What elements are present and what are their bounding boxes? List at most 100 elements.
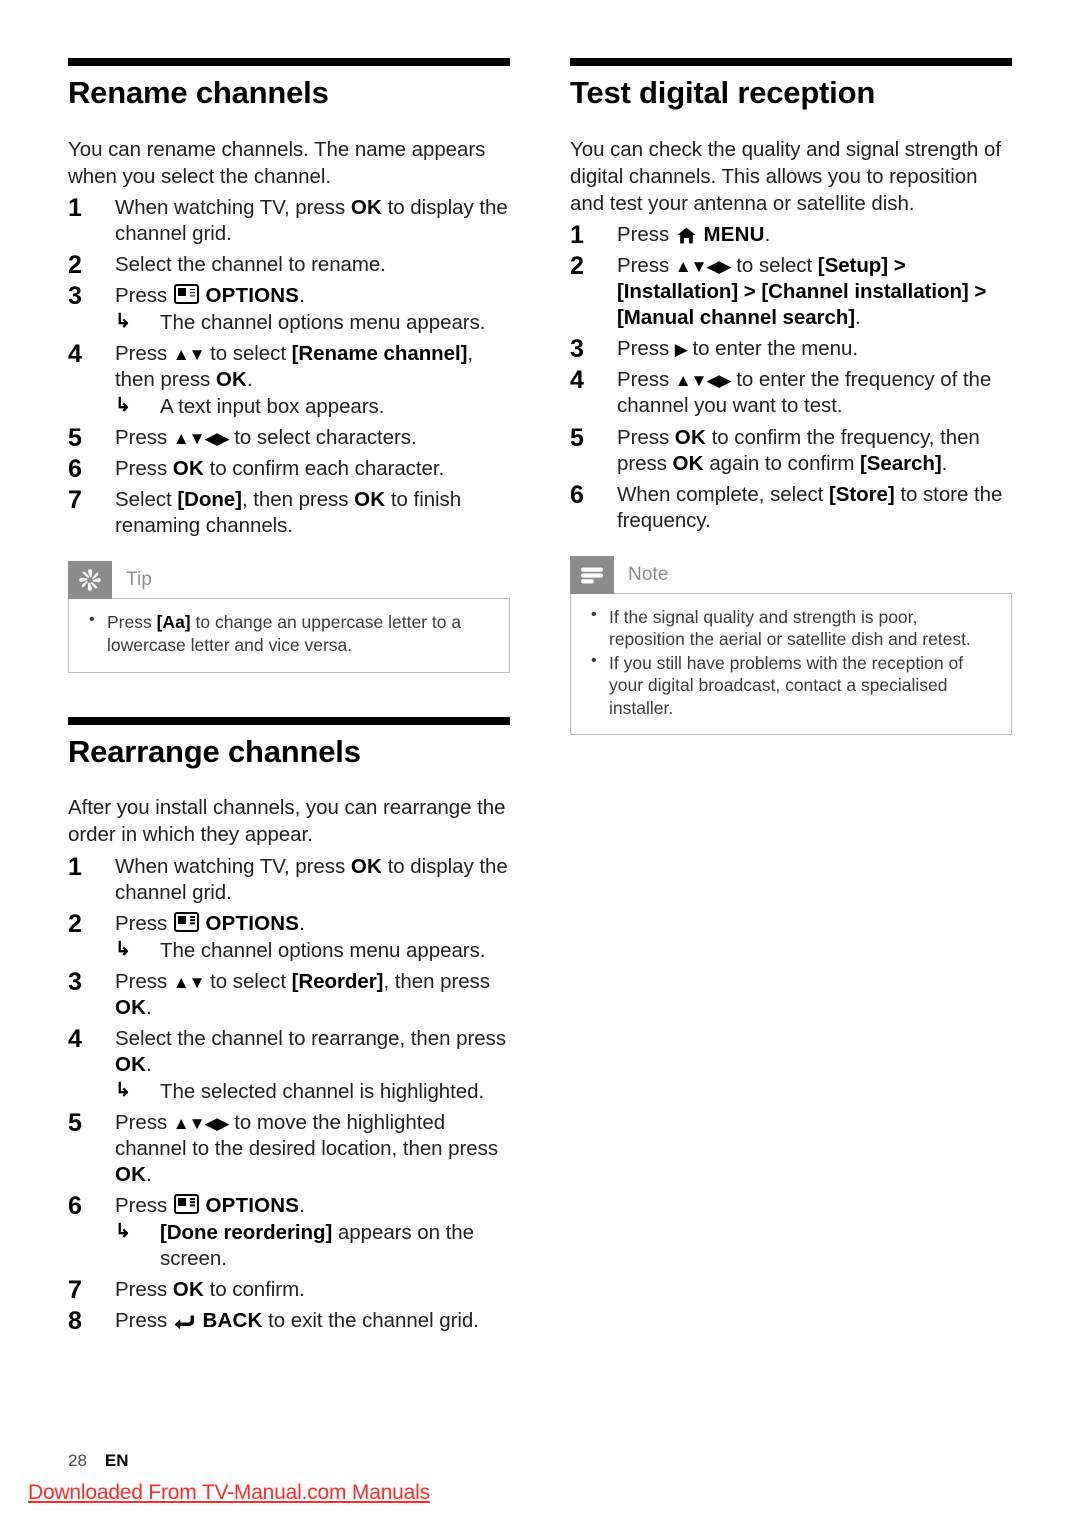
left-column: Rename channels You can rename channels.… [68, 58, 510, 1336]
note-callout-header: Note [570, 555, 1012, 594]
step-number: 5 [68, 1108, 82, 1137]
result-arrow-icon: ↳ [115, 1079, 131, 1101]
home-icon [677, 227, 696, 244]
step-item: 5 Press ▲▼◀▶ to select characters. [68, 424, 510, 452]
dpad-arrows-icon: ▲▼◀▶ [172, 429, 230, 449]
step-text: Press OPTIONS. [115, 284, 305, 308]
step-item: 3 Press OPTIONS. ↳ The channel options me… [68, 282, 510, 336]
step-result: ↳ The channel options menu appears. [115, 311, 486, 335]
step-text: Press BACK to exit the channel grid. [115, 1309, 479, 1333]
download-watermark: Downloaded From TV-Manual.com Manuals [28, 1481, 430, 1504]
step-number: 3 [68, 967, 82, 996]
note-callout: Note If the signal quality and strength … [570, 555, 1012, 736]
dpad-arrows-icon: ▲▼◀▶ [674, 371, 732, 391]
dpad-arrows-icon: ▲▼◀▶ [674, 257, 732, 277]
step-item: 2 Press OPTIONS. ↳ The channel options me… [68, 909, 510, 964]
step-text: Select the channel to rearrange, then pr… [115, 1026, 507, 1076]
step-text: Press ▲▼ to select [Reorder], then press… [115, 969, 490, 1019]
step-number: 4 [68, 340, 82, 369]
steps-test-digital-reception: 1 Press MENU. 2 Press ▲▼◀▶ to select [Se… [570, 221, 1012, 534]
back-icon [174, 1313, 196, 1330]
note-callout-title: Note [628, 563, 669, 585]
page-number: 28 [68, 1451, 87, 1470]
step-item: 4 Press ▲▼◀▶ to enter the frequency of t… [570, 366, 1012, 419]
key-ok: OK [354, 488, 386, 512]
key-ok: OK [115, 1162, 147, 1186]
page-footer: 28 EN [68, 1451, 129, 1471]
step-number: 7 [68, 486, 82, 515]
step-text: Press ▲▼◀▶ to select characters. [115, 426, 417, 450]
step-number: 4 [570, 366, 584, 395]
steps-rearrange-channels: 1 When watching TV, press OK to display … [68, 852, 510, 1336]
step-number: 2 [570, 252, 584, 281]
key-options: OPTIONS [205, 284, 300, 308]
dpad-arrows-icon: ▲▼ [172, 345, 206, 365]
tip-callout-title: Tip [126, 569, 152, 591]
step-result: ↳ The channel options menu appears. [115, 938, 486, 962]
step-text: Press ▲▼ to select [Rename channel], the… [115, 342, 474, 392]
key-ok: OK [115, 995, 147, 1019]
menu-item-label: [Done] [177, 488, 242, 512]
steps-rename-channels: 1 When watching TV, press OK to display … [68, 194, 510, 539]
dpad-right-icon: ▶ [674, 340, 688, 360]
step-text: When watching TV, press OK to display th… [115, 854, 508, 904]
heading-rule [68, 716, 510, 725]
key-ok: OK [215, 368, 248, 392]
step-text: Press OPTIONS. [115, 911, 305, 935]
step-number: 2 [68, 909, 82, 938]
step-item: 5 Press ▲▼◀▶ to move the highlighted cha… [68, 1108, 510, 1188]
step-item: 3 Press ▶ to enter the menu. [570, 335, 1012, 363]
step-number: 4 [68, 1024, 82, 1053]
step-text: Press OK to confirm each character. [115, 457, 445, 481]
dpad-arrows-icon: ▲▼ [172, 972, 206, 992]
tip-callout-header: Tip [68, 561, 510, 600]
key-ok: OK [674, 425, 706, 449]
step-item: 4 Select the channel to rearrange, then … [68, 1024, 510, 1105]
language-code: EN [104, 1451, 129, 1470]
menu-item-label: [Reorder] [291, 969, 384, 993]
section-test-digital-reception: Test digital reception You can check the… [570, 58, 1012, 736]
step-number: 5 [68, 424, 82, 453]
key-ok: OK [350, 854, 382, 878]
section-rearrange-channels: Rearrange channels After you install cha… [68, 716, 510, 1336]
section-rename-channels: Rename channels You can rename channels.… [68, 58, 510, 673]
key-options: OPTIONS [205, 1193, 300, 1217]
heading-rule [68, 58, 510, 66]
step-number: 1 [68, 852, 82, 881]
menu-item-label: [Search] [860, 451, 942, 475]
key-ok: OK [172, 1278, 204, 1302]
result-arrow-icon: ↳ [115, 938, 131, 960]
menu-item-label: [Done reordering] [160, 1221, 333, 1244]
page-title-rename-channels: Rename channels [68, 75, 329, 110]
step-item: 4 Press ▲▼ to select [Rename channel], t… [68, 340, 510, 420]
step-item: 2 Press ▲▼◀▶ to select [Setup] > [Instal… [570, 252, 1012, 331]
intro-paragraph: You can rename channels. The name appear… [68, 137, 486, 188]
key-ok: OK [172, 457, 204, 481]
step-text: Press ▶ to enter the menu. [617, 337, 859, 361]
right-column: Test digital reception You can check the… [570, 58, 1012, 736]
result-arrow-icon: ↳ [115, 1221, 131, 1242]
tip-callout-body: Press [Aa] to change an uppercase letter… [68, 598, 510, 673]
key-back: BACK [202, 1309, 263, 1333]
result-arrow-icon: ↳ [115, 395, 131, 417]
result-arrow-icon: ↳ [115, 311, 131, 333]
options-icon [173, 911, 199, 932]
step-item: 6 Press OK to confirm each character. [68, 455, 510, 483]
note-callout-body: If the signal quality and strength is po… [570, 592, 1012, 736]
step-text: Press OK to confirm. [115, 1278, 305, 1302]
document-page: Rename channels You can rename channels.… [0, 0, 1080, 1527]
options-icon [173, 284, 199, 305]
step-item: 6 When complete, select [Store] to store… [570, 481, 1012, 534]
key-menu: MENU [703, 223, 765, 247]
step-item: 6 Press OPTIONS. ↳ [Done reordering] appe… [68, 1192, 510, 1272]
step-item: 7 Press OK to confirm. [68, 1276, 510, 1304]
step-item: 8 Press BACK to exit the channel grid. [68, 1307, 510, 1335]
key-aa: [Aa] [156, 612, 191, 633]
note-lines-icon [570, 555, 614, 594]
intro-paragraph: After you install channels, you can rear… [68, 796, 506, 847]
step-text: Select the channel to rename. [115, 253, 386, 277]
step-text: Select [Done], then press OK to finish r… [115, 488, 462, 538]
intro-paragraph: You can check the quality and signal str… [570, 137, 1002, 216]
step-result: ↳ The selected channel is highlighted. [115, 1079, 485, 1103]
heading-rule [570, 58, 1012, 66]
